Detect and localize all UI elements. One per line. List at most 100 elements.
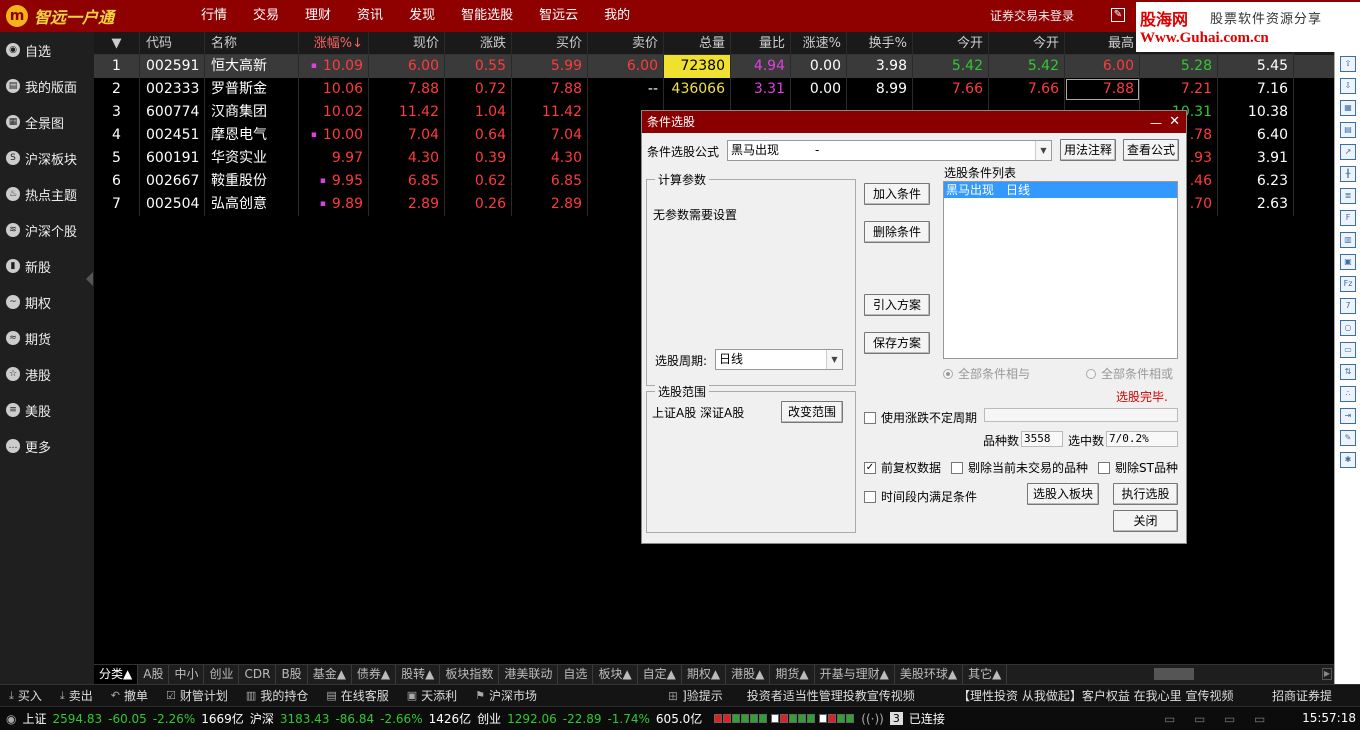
tab-futures[interactable]: 期货▲ — [770, 665, 815, 684]
tab-sectors[interactable]: 板块▲ — [593, 665, 638, 684]
chevron-down-icon[interactable]: ▼ — [1035, 141, 1051, 160]
cancel-order-button[interactable]: ↶ 撤单 — [102, 687, 157, 704]
nav-news[interactable]: 资讯 — [344, 0, 396, 32]
market-button[interactable]: ⚑ 沪深市场 — [466, 687, 546, 704]
tab-us-global[interactable]: 美股环球▲ — [895, 665, 964, 684]
sidebar-item-my-layout[interactable]: ▤ 我的版面 — [0, 68, 94, 104]
nav-smart-picker[interactable]: 智能选股 — [448, 0, 526, 32]
close-icon[interactable]: ✕ — [1169, 111, 1180, 133]
edit-pad-icon[interactable]: ✎ — [1340, 430, 1356, 446]
header-open-2[interactable]: 今开 — [989, 32, 1065, 55]
tab-sector-index[interactable]: 板块指数 — [440, 665, 500, 684]
tab-funds-wealth[interactable]: 开基与理财▲ — [815, 665, 895, 684]
tab-cdr[interactable]: CDR — [239, 665, 277, 684]
list-item[interactable]: 黑马出现 日线 — [944, 182, 1177, 198]
tab-sme[interactable]: 中小 — [169, 665, 205, 684]
run-screen-button[interactable]: 执行选股 — [1113, 483, 1178, 505]
sidebar-item-options[interactable]: ~ 期权 — [0, 284, 94, 320]
sidebar-item-more[interactable]: … 更多 — [0, 428, 94, 464]
sidebar-item-watchlist[interactable]: ◉ 自选 — [0, 32, 94, 68]
notes-icon[interactable]: ▣ — [1340, 254, 1356, 270]
finance-plan-button[interactable]: ☑ 财管计划 — [157, 687, 237, 704]
sidebar-item-stocks[interactable]: ≋ 沪深个股 — [0, 212, 94, 248]
header-bid[interactable]: 买价 — [512, 32, 588, 55]
add-condition-button[interactable]: 加入条件 — [864, 183, 930, 205]
exclude-untraded-checkbox[interactable]: 剔除当前未交易的品种 — [951, 459, 1088, 476]
header-turnover[interactable]: 换手% — [847, 32, 913, 55]
radio-all-or[interactable]: 全部条件相或 — [1086, 365, 1173, 382]
chevron-down-icon[interactable]: ▼ — [826, 350, 842, 369]
hs-index-label[interactable]: 沪深 — [250, 710, 274, 727]
save-plan-button[interactable]: 保存方案 — [864, 332, 930, 354]
folder-icon[interactable]: ▭ — [1340, 342, 1356, 358]
sidebar-item-us[interactable]: ≡ 美股 — [0, 392, 94, 428]
buy-button[interactable]: ⤓ 买入 — [0, 687, 51, 704]
header-open[interactable]: 今开 — [913, 32, 989, 55]
tab-hk-us-link[interactable]: 港美联动 — [499, 665, 559, 684]
view-formula-button[interactable]: 查看公式 — [1123, 139, 1179, 161]
notice-ticker[interactable]: ⊞]验提示 投资者适当性管理投教宣传视频 — [668, 685, 915, 707]
tab-neeq[interactable]: 股转▲ — [396, 665, 441, 684]
f7-icon[interactable]: 7 — [1340, 298, 1356, 314]
tab-funds[interactable]: 基金▲ — [308, 665, 352, 684]
header-change[interactable]: 涨跌 — [445, 32, 512, 55]
exclude-st-checkbox[interactable]: 剔除ST品种 — [1098, 459, 1178, 476]
arrow-down-icon[interactable]: ⇩ — [1340, 78, 1356, 94]
table-icon[interactable]: ▤ — [1340, 122, 1356, 138]
f10-icon[interactable]: F — [1340, 210, 1356, 226]
nav-cloud[interactable]: 智远云 — [526, 0, 591, 32]
sidebar-item-futures[interactable]: ≈ 期货 — [0, 320, 94, 356]
tab-a-share[interactable]: A股 — [138, 665, 170, 684]
sidebar-item-sectors[interactable]: S 沪深板块 — [0, 140, 94, 176]
sort-icon[interactable]: ⇅ — [1340, 364, 1356, 380]
monitor-icon[interactable]: ▭ — [1194, 712, 1205, 726]
grid-icon[interactable]: ▦ — [1340, 100, 1356, 116]
keyboard-icon[interactable]: ▭ — [1164, 712, 1175, 726]
report-icon[interactable]: ▥ — [1340, 232, 1356, 248]
nav-quotes[interactable]: 行情 — [188, 0, 240, 32]
sidebar-item-hot-topics[interactable]: ♨ 热点主题 — [0, 176, 94, 212]
sidebar-item-ipo[interactable]: ▮ 新股 — [0, 248, 94, 284]
sidebar-item-panorama[interactable]: ▦ 全景图 — [0, 104, 94, 140]
app-logo[interactable]: m 智远一户通 — [6, 4, 114, 28]
header-code[interactable]: 代码 — [140, 32, 205, 55]
tab-others[interactable]: 其它▲ — [963, 665, 1008, 684]
sidebar-collapse-icon[interactable] — [86, 272, 93, 286]
kline-icon[interactable]: ╫ — [1340, 166, 1356, 182]
tab-bonds[interactable]: 债券▲ — [352, 665, 397, 684]
table-row[interactable]: 1 002591 恒大高新 ▪ 10.09 6.00 0.55 5.99 6.00… — [94, 55, 1334, 78]
header-high[interactable]: 最高 — [1065, 32, 1140, 55]
nav-discover[interactable]: 发现 — [396, 0, 448, 32]
arrow-up-icon[interactable]: ⇧ — [1340, 56, 1356, 72]
close-button[interactable]: 关闭 — [1113, 510, 1178, 532]
tab-options[interactable]: 期权▲ — [682, 665, 727, 684]
chevron-right-icon[interactable]: ▶ — [1322, 668, 1332, 680]
header-volume[interactable]: 总量 — [664, 32, 731, 55]
lock-icon[interactable]: ▭ — [1254, 712, 1265, 726]
edit-icon[interactable]: ✎ — [1111, 8, 1125, 22]
nav-mine[interactable]: 我的 — [591, 0, 643, 32]
header-volume-ratio[interactable]: 量比 — [731, 32, 791, 55]
document-icon[interactable]: ≣ — [1340, 188, 1356, 204]
column-menu-header[interactable]: ▼ — [94, 32, 140, 55]
fz-icon[interactable]: Fz — [1340, 276, 1356, 292]
header-speed[interactable]: 涨速% — [791, 32, 847, 55]
window-icon[interactable]: ▭ — [1224, 712, 1235, 726]
sell-button[interactable]: ⤓ 卖出 — [51, 687, 102, 704]
within-period-checkbox[interactable]: 时间段内满足条件 — [864, 488, 977, 505]
formula-select[interactable]: 黑马出现 - ▼ — [727, 140, 1052, 161]
gear-icon[interactable]: ✱ — [1340, 452, 1356, 468]
connection-status[interactable]: 已连接 — [909, 710, 945, 727]
header-change-pct[interactable]: 涨幅%↓ — [299, 32, 369, 55]
tab-category[interactable]: 分类▲ — [94, 665, 139, 684]
scrollbar-thumb[interactable] — [1154, 668, 1194, 680]
line-chart-icon[interactable]: ↗ — [1340, 144, 1356, 160]
tab-watchlist[interactable]: 自选 — [558, 665, 594, 684]
header-price[interactable]: 现价 — [369, 32, 445, 55]
header-ask[interactable]: 卖价 — [588, 32, 664, 55]
login-status[interactable]: 证券交易未登录 — [990, 0, 1074, 32]
tab-custom[interactable]: 自定▲ — [638, 665, 682, 684]
tab-scrollbar[interactable]: ▶ — [1134, 665, 1334, 684]
sh-index-label[interactable]: 上证 — [22, 710, 46, 727]
scatter-icon[interactable]: ∴ — [1340, 386, 1356, 402]
